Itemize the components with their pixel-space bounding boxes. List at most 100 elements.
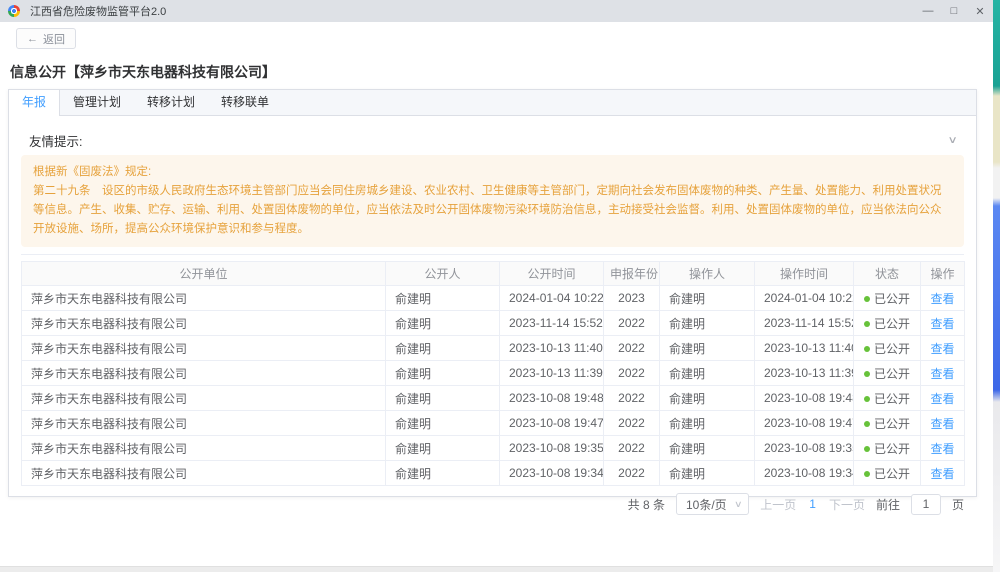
col-header-unit: 公开单位 [22, 262, 386, 286]
discloser-cell: 俞建明 [386, 411, 500, 436]
back-button[interactable]: ← 返回 [16, 28, 76, 49]
arrow-left-icon: ← [27, 33, 38, 45]
table-header-row: 公开单位 公开人 公开时间 申报年份 操作人 操作时间 状态 操作 [22, 262, 965, 286]
status-cell: 已公开 [854, 311, 921, 336]
view-link[interactable]: 查看 [930, 342, 954, 356]
status-dot-icon [864, 296, 870, 302]
status-badge: 已公开 [874, 442, 910, 456]
chevron-down-icon: ∨ [947, 135, 957, 146]
status-dot-icon [864, 396, 870, 402]
operate-time-cell: 2023-10-08 19:48 [755, 386, 854, 411]
col-header-operate-time: 操作时间 [755, 262, 854, 286]
status-dot-icon [864, 321, 870, 327]
year-cell: 2022 [604, 336, 660, 361]
maximize-icon[interactable]: □ [941, 0, 967, 22]
table-row: 萍乡市天东电器科技有限公司俞建明2023-11-14 15:522022俞建明2… [22, 311, 965, 336]
year-cell: 2023 [604, 286, 660, 311]
disclosure-table: 公开单位 公开人 公开时间 申报年份 操作人 操作时间 状态 操作 萍乡市天东电… [21, 261, 965, 486]
operator-cell: 俞建明 [660, 436, 755, 461]
year-cell: 2022 [604, 461, 660, 486]
status-badge: 已公开 [874, 367, 910, 381]
action-cell: 查看 [921, 361, 965, 386]
status-dot-icon [864, 421, 870, 427]
view-link[interactable]: 查看 [930, 292, 954, 306]
window-controls: — □ ✕ [915, 0, 993, 22]
pagination-page-unit: 页 [952, 496, 964, 513]
discloser-cell: 俞建明 [386, 461, 500, 486]
status-badge: 已公开 [874, 417, 910, 431]
window-title: 江西省危险废物监管平台2.0 [30, 3, 166, 19]
background-window-edge [993, 0, 1000, 572]
discloser-cell: 俞建明 [386, 361, 500, 386]
notice-line2: 第二十九条 设区的市级人民政府生态环境主管部门应当会同住房城乡建设、农业农村、卫… [33, 182, 952, 239]
operate-time-cell: 2023-10-13 11:40 [755, 336, 854, 361]
tab-annual-report[interactable]: 年报 [9, 90, 60, 116]
discloser-cell: 俞建明 [386, 386, 500, 411]
table-row: 萍乡市天东电器科技有限公司俞建明2023-10-13 11:392022俞建明2… [22, 361, 965, 386]
year-cell: 2022 [604, 436, 660, 461]
year-cell: 2022 [604, 386, 660, 411]
table-row: 萍乡市天东电器科技有限公司俞建明2024-01-04 10:222023俞建明2… [22, 286, 965, 311]
operator-cell: 俞建明 [660, 386, 755, 411]
status-dot-icon [864, 371, 870, 377]
view-link[interactable]: 查看 [930, 367, 954, 381]
col-header-action: 操作 [921, 262, 965, 286]
unit-cell: 萍乡市天东电器科技有限公司 [22, 311, 386, 336]
year-cell: 2022 [604, 311, 660, 336]
operator-cell: 俞建明 [660, 336, 755, 361]
page-title: 信息公开【萍乡市天东电器科技有限公司】 [10, 62, 276, 82]
col-header-year: 申报年份 [604, 262, 660, 286]
status-cell: 已公开 [854, 386, 921, 411]
back-button-label: 返回 [43, 31, 65, 47]
operator-cell: 俞建明 [660, 311, 755, 336]
status-cell: 已公开 [854, 286, 921, 311]
status-cell: 已公开 [854, 436, 921, 461]
unit-cell: 萍乡市天东电器科技有限公司 [22, 411, 386, 436]
table-body: 萍乡市天东电器科技有限公司俞建明2024-01-04 10:222023俞建明2… [22, 286, 965, 486]
unit-cell: 萍乡市天东电器科技有限公司 [22, 286, 386, 311]
minimize-icon[interactable]: — [915, 0, 941, 22]
notice-collapse-header[interactable]: 友情提示: ∨ [21, 128, 964, 152]
operate-time-cell: 2023-11-14 15:52 [755, 311, 854, 336]
divider [21, 254, 964, 255]
tab-transfer-plan[interactable]: 转移计划 [134, 90, 208, 115]
table-row: 萍乡市天东电器科技有限公司俞建明2023-10-08 19:472022俞建明2… [22, 411, 965, 436]
close-icon[interactable]: ✕ [967, 0, 993, 22]
page-size-label: 10条/页 [686, 496, 727, 513]
discloser-cell: 俞建明 [386, 286, 500, 311]
view-link[interactable]: 查看 [930, 317, 954, 331]
pagination-goto-input[interactable] [911, 494, 941, 515]
browser-app-icon [8, 5, 20, 17]
col-header-discloser: 公开人 [386, 262, 500, 286]
view-link[interactable]: 查看 [930, 442, 954, 456]
table-row: 萍乡市天东电器科技有限公司俞建明2023-10-08 19:342022俞建明2… [22, 461, 965, 486]
status-badge: 已公开 [874, 467, 910, 481]
pagination-next-button[interactable]: 下一页 [829, 496, 865, 513]
year-cell: 2022 [604, 361, 660, 386]
pagination-page-1[interactable]: 1 [807, 497, 818, 511]
tab-transfer-manifest[interactable]: 转移联单 [208, 90, 282, 115]
action-cell: 查看 [921, 461, 965, 486]
tab-management-plan[interactable]: 管理计划 [60, 90, 134, 115]
pagination-prev-button[interactable]: 上一页 [760, 496, 796, 513]
unit-cell: 萍乡市天东电器科技有限公司 [22, 361, 386, 386]
col-header-operator: 操作人 [660, 262, 755, 286]
publish-time-cell: 2023-10-13 11:40 [500, 336, 604, 361]
publish-time-cell: 2023-10-08 19:35 [500, 436, 604, 461]
publish-time-cell: 2023-11-14 15:52 [500, 311, 604, 336]
publish-time-cell: 2023-10-08 19:48 [500, 386, 604, 411]
action-cell: 查看 [921, 436, 965, 461]
window-titlebar: 江西省危险废物监管平台2.0 — □ ✕ [0, 0, 993, 22]
view-link[interactable]: 查看 [930, 392, 954, 406]
status-badge: 已公开 [874, 342, 910, 356]
operate-time-cell: 2023-10-08 19:34 [755, 461, 854, 486]
regulation-notice: 根据新《固废法》规定: 第二十九条 设区的市级人民政府生态环境主管部门应当会同住… [21, 155, 964, 247]
status-cell: 已公开 [854, 461, 921, 486]
notice-line1: 根据新《固废法》规定: [33, 163, 952, 182]
table-row: 萍乡市天东电器科技有限公司俞建明2023-10-08 19:352022俞建明2… [22, 436, 965, 461]
pagination-total: 共 8 条 [628, 496, 665, 513]
view-link[interactable]: 查看 [930, 467, 954, 481]
publish-time-cell: 2023-10-08 19:47 [500, 411, 604, 436]
page-size-select[interactable]: 10条/页 ∨ [676, 493, 749, 515]
view-link[interactable]: 查看 [930, 417, 954, 431]
